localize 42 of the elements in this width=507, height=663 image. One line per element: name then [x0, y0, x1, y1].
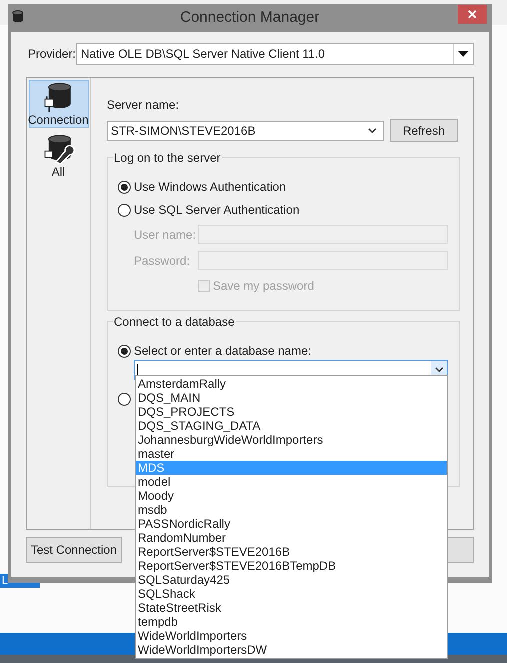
nav-item[interactable]: All [28, 132, 88, 180]
refresh-button[interactable]: Refresh [390, 119, 458, 142]
dropdown-item[interactable]: RandomNumber [136, 531, 447, 545]
test-connection-button[interactable]: Test Connection [26, 537, 122, 563]
dropdown-item[interactable]: msdb [136, 503, 447, 517]
dropdown-item[interactable]: JohannesburgWideWorldImporters [136, 433, 447, 447]
dropdown-item[interactable]: ReportServer$STEVE2016BTempDB [136, 559, 447, 573]
dropdown-item[interactable]: DQS_MAIN [136, 391, 447, 405]
chevron-down-icon [368, 128, 377, 134]
dropdown-item[interactable]: WideWorldImportersDW [136, 643, 447, 657]
dropdown-arrow-icon [458, 51, 469, 57]
close-icon [468, 10, 477, 19]
dropdown-item[interactable]: model [136, 475, 447, 489]
checkbox-label: Save my password [213, 278, 314, 295]
radio-button[interactable] [118, 392, 131, 406]
close-button[interactable] [458, 5, 487, 24]
dropdown-item[interactable]: DQS_STAGING_DATA [136, 419, 447, 433]
server-name-dropdown[interactable]: STR-SIMON\STEVE2016B [107, 120, 384, 140]
dropdown-item[interactable]: tempdb [136, 615, 447, 629]
dropdown-item[interactable]: SQLShack [136, 587, 447, 601]
dropdown-item[interactable]: WideWorldImporters [136, 629, 447, 643]
dropdown-item[interactable]: PASSNordicRally [136, 517, 447, 531]
provider-dropdown[interactable]: Native OLE DB\SQL Server Native Client 11.0 [76, 43, 474, 65]
dropdown-item[interactable]: SQLSaturday425 [136, 573, 447, 587]
window-title: Connection Manager [180, 8, 320, 28]
radio-label: Select or enter a database name: [134, 343, 312, 360]
database-icon [12, 10, 24, 24]
password-label: Password: [134, 252, 192, 270]
chevron-down-icon [434, 367, 444, 373]
dropdown-item[interactable]: Moody [136, 489, 447, 503]
provider-label: Provider: [28, 46, 76, 63]
nav-item[interactable]: Connection [28, 80, 88, 128]
dropdown-item[interactable]: DQS_PROJECTS [136, 405, 447, 419]
dropdown-item[interactable]: master [136, 447, 447, 461]
radio-button[interactable] [118, 344, 131, 358]
radio-label: Use SQL Server Authentication [134, 202, 300, 219]
dropdown-item[interactable]: StateStreetRisk [136, 601, 447, 615]
user-name-label: User name: [134, 226, 198, 244]
dropdown-item[interactable]: AmsterdamRally [136, 377, 447, 391]
dropdown-item[interactable]: ReportServer$STEVE2016B [136, 545, 447, 559]
radio-label: Use Windows Authentication [134, 179, 286, 196]
server-name-label: Server name: [107, 97, 180, 114]
